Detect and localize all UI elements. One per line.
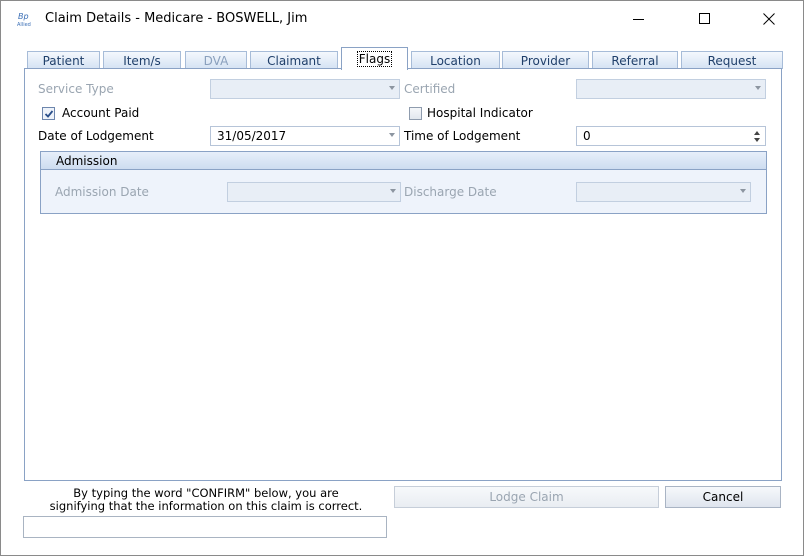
minimize-icon: [633, 19, 644, 20]
discharge-date-label: Discharge Date: [404, 185, 497, 199]
tab-request[interactable]: Request: [681, 51, 783, 69]
flags-panel: Service Type Certified Account Paid Hosp…: [24, 68, 782, 481]
account-paid-checkbox[interactable]: [42, 107, 55, 120]
cancel-button[interactable]: Cancel: [665, 486, 781, 508]
certified-label: Certified: [404, 82, 456, 96]
lodge-claim-button[interactable]: Lodge Claim: [394, 486, 659, 508]
chevron-down-icon: [755, 86, 761, 90]
time-of-lodgement-stepper[interactable]: 0: [576, 126, 766, 146]
chevron-down-icon: [390, 189, 396, 193]
tab-flags[interactable]: Flags: [341, 47, 408, 70]
admission-date-picker[interactable]: [227, 182, 401, 202]
chevron-down-icon: [389, 133, 395, 137]
maximize-button[interactable]: [682, 1, 728, 37]
spin-up-icon[interactable]: [754, 131, 760, 135]
close-button[interactable]: [746, 1, 792, 37]
tab-items[interactable]: Item/s: [103, 51, 181, 69]
tab-claimant[interactable]: Claimant: [250, 51, 338, 69]
close-icon: [763, 13, 775, 25]
title-bar: Bp Allied Claim Details - Medicare - BOS…: [1, 1, 803, 37]
tab-dva[interactable]: DVA: [185, 51, 247, 69]
minimize-button[interactable]: [616, 1, 662, 37]
time-of-lodgement-label: Time of Lodgement: [404, 129, 521, 143]
date-of-lodgement-label: Date of Lodgement: [38, 129, 154, 143]
confirm-input[interactable]: [23, 516, 387, 538]
confirm-instructions-line-2: signifying that the information on this …: [49, 499, 363, 513]
chevron-down-icon: [740, 189, 746, 193]
tab-provider[interactable]: Provider: [502, 51, 589, 69]
tab-referral[interactable]: Referral: [592, 51, 678, 69]
svg-text:Bp: Bp: [18, 12, 29, 21]
tab-location[interactable]: Location: [411, 51, 500, 69]
discharge-date-picker[interactable]: [576, 182, 751, 202]
certified-select[interactable]: [576, 79, 766, 99]
date-of-lodgement-picker[interactable]: 31/05/2017: [210, 126, 400, 146]
confirm-instructions: By typing the word "CONFIRM" below, you …: [21, 487, 391, 513]
admission-group-header: Admission: [41, 152, 766, 170]
admission-group: Admission Admission Date Discharge Date: [40, 151, 767, 214]
tab-patient[interactable]: Patient: [27, 51, 100, 69]
spin-down-icon[interactable]: [754, 138, 760, 142]
service-type-select[interactable]: [210, 79, 400, 99]
hospital-indicator-checkbox[interactable]: [409, 107, 422, 120]
app-logo-icon: Bp Allied: [17, 12, 31, 28]
checkmark-icon: [44, 110, 54, 118]
admission-group-title: Admission: [56, 154, 118, 168]
account-paid-label: Account Paid: [62, 106, 140, 120]
hospital-indicator-label: Hospital Indicator: [427, 106, 533, 120]
claim-details-window: Bp Allied Claim Details - Medicare - BOS…: [0, 0, 804, 556]
window-title: Claim Details - Medicare - BOSWELL, Jim: [45, 11, 308, 26]
chevron-down-icon: [389, 86, 395, 90]
service-type-label: Service Type: [38, 82, 114, 96]
maximize-icon: [699, 13, 710, 24]
svg-text:Allied: Allied: [17, 22, 31, 28]
admission-date-label: Admission Date: [55, 185, 149, 199]
